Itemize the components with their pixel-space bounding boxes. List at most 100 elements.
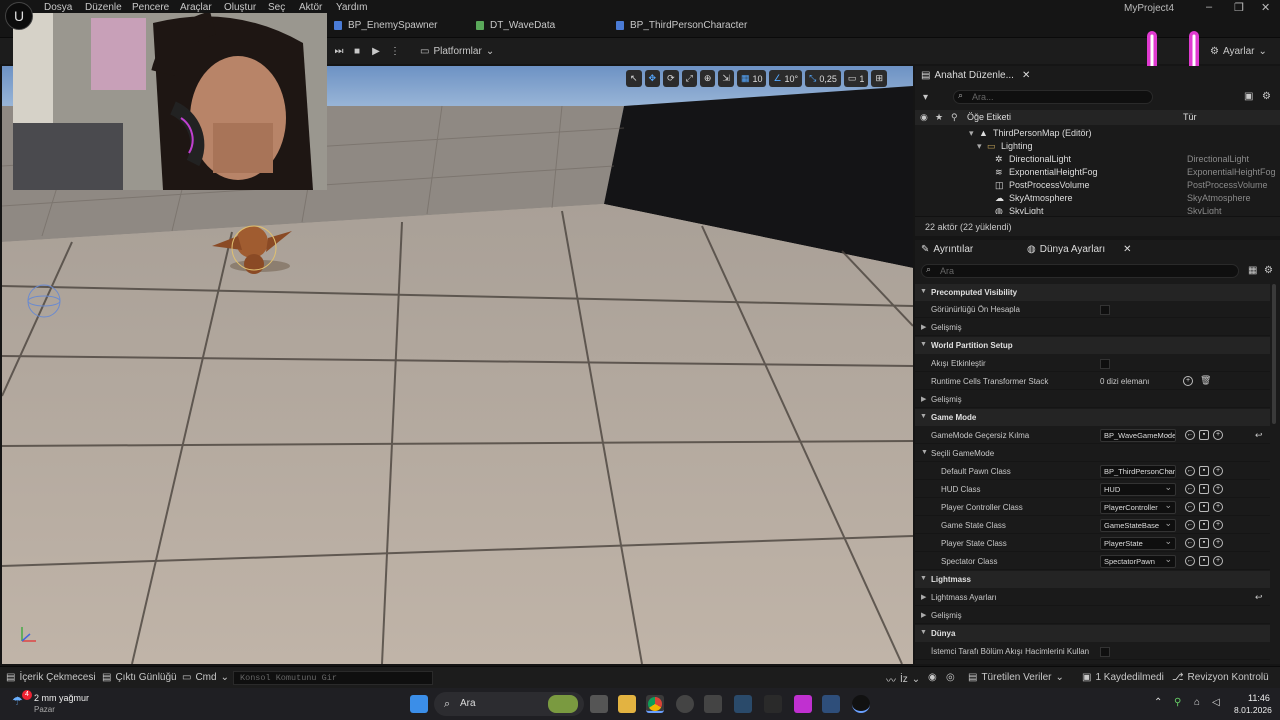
expand-icon[interactable]: ▾ — [977, 141, 982, 152]
output-log-button[interactable]: ▤ Çıktı Günlüğü — [102, 672, 177, 683]
tab-dt-wave-data[interactable]: DT_WaveData — [476, 20, 555, 31]
rotation-snap-button[interactable]: ∠ 10° — [769, 70, 803, 87]
expand-icon[interactable]: ▾ — [969, 128, 974, 139]
unsaved-button[interactable]: ▣ 1 Kaydedilmedi — [1082, 672, 1164, 683]
close-icon[interactable]: ✕ — [1261, 1, 1270, 14]
close-tab-icon[interactable]: ✕ — [1022, 70, 1030, 81]
volume-icon[interactable]: ◁ — [1212, 697, 1220, 708]
browse-icon[interactable]: ▪ — [1199, 466, 1209, 476]
player-controller-combo[interactable]: PlayerController — [1100, 501, 1176, 514]
tab-bp-third-person-character[interactable]: BP_ThirdPersonCharacter — [616, 20, 747, 31]
play-icon[interactable]: ▶ — [368, 43, 384, 59]
scale-snap-button[interactable]: ⤡ 0,25 — [805, 70, 841, 87]
mic-icon[interactable]: ⚲ — [1174, 697, 1181, 708]
add-icon[interactable]: + — [1213, 538, 1223, 548]
reset-icon[interactable]: ↩ — [1255, 592, 1263, 603]
close-tab-icon[interactable]: ✕ — [1123, 244, 1131, 255]
select-mode-icon[interactable]: ↖ — [626, 70, 642, 87]
browse-icon[interactable]: ▪ — [1199, 484, 1209, 494]
menu-file[interactable]: Dosya — [44, 2, 72, 13]
section-world-partition[interactable]: ▼ World Partition Setup — [915, 337, 1270, 354]
default-pawn-combo[interactable]: BP_ThirdPersonCharacter — [1100, 465, 1176, 478]
menu-actor[interactable]: Aktör — [299, 2, 322, 13]
headset-icon[interactable]: ◎ — [946, 672, 955, 683]
details-scrollbar[interactable] — [1272, 284, 1276, 424]
add-element-icon[interactable]: + — [1183, 376, 1193, 386]
section-precomputed-visibility[interactable]: ▼ Precomputed Visibility — [915, 284, 1270, 301]
weather-widget[interactable]: ☂ 4 — [12, 690, 32, 710]
menu-create[interactable]: Oluştur — [224, 2, 256, 13]
store-icon[interactable] — [704, 695, 722, 713]
grid-snap-button[interactable]: ▦ 10 — [736, 70, 767, 87]
enable-streaming-checkbox[interactable] — [1100, 359, 1110, 369]
section-lightmass[interactable]: ▼ Lightmass — [915, 571, 1270, 588]
trash-icon[interactable]: 🗑 — [1200, 375, 1211, 386]
minimize-icon[interactable]: – — [1206, 1, 1212, 13]
task-view-icon[interactable] — [590, 695, 608, 713]
revision-control-button[interactable]: ⎇ Revizyon Kontrolü — [1172, 672, 1269, 683]
add-icon[interactable]: + — [1213, 556, 1223, 566]
steam-icon[interactable] — [734, 695, 752, 713]
browse-icon[interactable]: ▪ — [1199, 502, 1209, 512]
surface-snap-icon[interactable]: ⇲ — [718, 70, 734, 87]
prop-advanced[interactable]: ▶ Gelişmiş — [915, 319, 1270, 336]
use-selected-icon[interactable]: ← — [1185, 484, 1195, 494]
browse-icon[interactable]: ▪ — [1199, 538, 1209, 548]
browse-icon[interactable]: ▪ — [1199, 556, 1209, 566]
tree-row-directional-light[interactable]: ✲ DirectionalLight DirectionalLight — [915, 153, 1280, 166]
menu-select[interactable]: Seç — [268, 2, 285, 13]
search-highlight-icon[interactable] — [548, 695, 578, 713]
prop-lightmass-settings[interactable]: ▶ Lightmass Ayarları ↩ — [915, 589, 1270, 606]
tree-row-height-fog[interactable]: ≋ ExponentialHeightFog ExponentialHeight… — [915, 166, 1280, 179]
rotate-icon[interactable]: ⟳ — [663, 70, 679, 87]
gear-icon[interactable]: ⚙ — [1264, 265, 1273, 276]
outliner-search-input[interactable]: Ara... — [953, 90, 1153, 104]
reset-icon[interactable]: ↩ — [1255, 430, 1263, 441]
col-type-header[interactable]: Tür — [1183, 112, 1197, 122]
step-icon[interactable]: ⏭ — [332, 43, 346, 59]
section-world[interactable]: ▼ Dünya — [915, 625, 1270, 642]
add-icon[interactable]: + — [1213, 502, 1223, 512]
tree-row-map[interactable]: ▾ ▲ ThirdPersonMap (Editör) — [915, 127, 1280, 140]
trace-button[interactable]: 〰 İz ⌄ — [886, 672, 920, 687]
use-selected-icon[interactable]: ← — [1185, 502, 1195, 512]
browse-icon[interactable]: ▪ — [1199, 430, 1209, 440]
details-search-input[interactable]: Ara — [921, 264, 1239, 278]
add-icon[interactable]: + — [1213, 520, 1223, 530]
prop-selected-gamemode[interactable]: ▼ Seçili GameMode — [915, 445, 1270, 462]
use-selected-icon[interactable]: ← — [1185, 430, 1195, 440]
github-icon[interactable] — [676, 695, 694, 713]
app-icon[interactable] — [822, 695, 840, 713]
folder-icon[interactable]: ▣ — [1244, 91, 1253, 102]
maximize-icon[interactable]: ❐ — [1234, 1, 1244, 14]
filter-icon[interactable]: ▾ — [923, 92, 928, 103]
add-icon[interactable]: + — [1213, 484, 1223, 494]
viewport-layout-icon[interactable]: ⊞ — [871, 70, 887, 87]
menu-edit[interactable]: Düzenle — [85, 2, 122, 13]
hud-class-combo[interactable]: HUD — [1100, 483, 1176, 496]
prop-advanced[interactable]: ▶ Gelişmiş — [915, 391, 1270, 408]
tab-bp-enemy-spawner[interactable]: BP_EnemySpawner — [334, 20, 438, 31]
stop-icon[interactable]: ■ — [350, 43, 364, 59]
derived-data-button[interactable]: ▤ Türetilen Veriler ⌄ — [968, 672, 1064, 683]
add-icon[interactable]: + — [1213, 466, 1223, 476]
spectator-combo[interactable]: SpectatorPawn — [1100, 555, 1176, 568]
browse-icon[interactable]: ▪ — [1199, 520, 1209, 530]
tab-world-settings[interactable]: ◍ Dünya Ayarları ✕ — [1027, 244, 1132, 255]
menu-help[interactable]: Yardım — [336, 2, 368, 13]
scale-icon[interactable]: ⤢ — [681, 70, 697, 87]
menu-window[interactable]: Pencere — [132, 2, 169, 13]
cmd-dropdown[interactable]: ▭ Cmd ⌄ — [182, 672, 229, 683]
col-label-header[interactable]: Öğe Etiketi — [967, 112, 1011, 122]
world-space-icon[interactable]: ⊕ — [699, 70, 716, 87]
platforms-button[interactable]: ▭ Platformlar ⌄ — [420, 43, 494, 59]
more-options-icon[interactable]: ⋮ — [390, 43, 400, 59]
add-icon[interactable]: + — [1213, 430, 1223, 440]
unreal-logo-icon[interactable]: U — [5, 2, 33, 30]
menu-tools[interactable]: Araçlar — [180, 2, 212, 13]
windows-start-icon[interactable] — [410, 695, 428, 713]
file-explorer-icon[interactable] — [618, 695, 636, 713]
chevron-up-icon[interactable]: ⌃ — [1154, 697, 1162, 708]
network-icon[interactable]: ⌂ — [1194, 697, 1200, 708]
use-selected-icon[interactable]: ← — [1185, 556, 1195, 566]
